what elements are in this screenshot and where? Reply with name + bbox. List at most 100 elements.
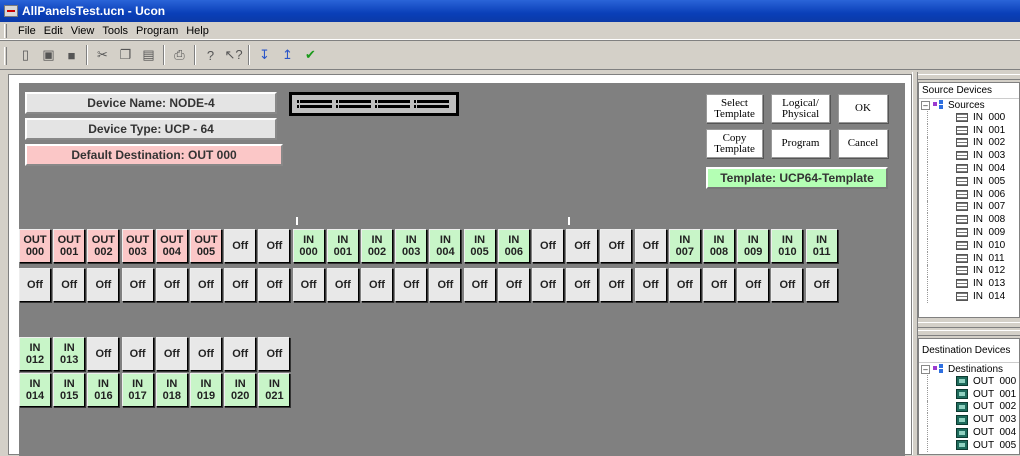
- panel-cell[interactable]: OUT 001: [53, 229, 86, 263]
- panel-cell[interactable]: IN 016: [87, 373, 120, 407]
- panel-cell[interactable]: Off: [258, 229, 291, 263]
- logical-physical-button[interactable]: Logical/ Physical: [771, 94, 830, 123]
- panel-cell[interactable]: Off: [600, 268, 633, 302]
- panel-cell[interactable]: Off: [634, 229, 667, 263]
- checkmark-icon[interactable]: ✔: [299, 44, 322, 66]
- tree-item[interactable]: IN 013: [927, 277, 1019, 291]
- context-help-icon[interactable]: ↖?: [222, 44, 245, 66]
- open-folder-icon[interactable]: ▣: [37, 44, 60, 66]
- panel-cell[interactable]: Off: [532, 229, 564, 263]
- tree-item[interactable]: IN 006: [927, 187, 1019, 201]
- sources-root[interactable]: – Sources: [919, 99, 1019, 111]
- copy-icon[interactable]: ❐: [114, 44, 137, 66]
- paste-icon[interactable]: ▤: [137, 44, 160, 66]
- panel-cell[interactable]: Off: [224, 268, 257, 302]
- panel-cell[interactable]: OUT 004: [155, 229, 188, 263]
- tree-item[interactable]: IN 007: [927, 200, 1019, 214]
- panel-cell[interactable]: Off: [361, 268, 393, 302]
- collapse-icon[interactable]: –: [921, 100, 930, 110]
- panel-cell[interactable]: IN 009: [737, 229, 770, 263]
- cut-icon[interactable]: ✂: [91, 44, 114, 66]
- print-icon[interactable]: ⎙: [168, 44, 191, 66]
- panel-cell[interactable]: Off: [497, 268, 530, 302]
- copy-template-button[interactable]: Copy Template: [706, 129, 763, 158]
- menu-help[interactable]: Help: [182, 25, 213, 37]
- panel-cell[interactable]: Off: [155, 337, 188, 371]
- tree-item[interactable]: IN 011: [927, 251, 1019, 265]
- tree-item[interactable]: IN 002: [927, 136, 1019, 150]
- help-icon[interactable]: ?: [199, 44, 222, 66]
- ok-button[interactable]: OK: [838, 94, 888, 123]
- panel-cell[interactable]: Off: [87, 337, 120, 371]
- panel-cell[interactable]: Off: [258, 268, 291, 302]
- menu-tools[interactable]: Tools: [98, 25, 132, 37]
- destinations-root[interactable]: – Destinations: [919, 363, 1019, 375]
- panel-cell[interactable]: Off: [566, 229, 599, 263]
- download-icon[interactable]: ↧: [253, 44, 276, 66]
- panel-cell[interactable]: OUT 002: [87, 229, 120, 263]
- tree-item[interactable]: IN 000: [927, 111, 1019, 124]
- panel-cell[interactable]: IN 007: [668, 229, 701, 263]
- save-icon[interactable]: ■: [60, 44, 83, 66]
- tree-item[interactable]: IN 005: [927, 174, 1019, 188]
- panel-cell[interactable]: OUT 000: [19, 229, 51, 263]
- panel-cell[interactable]: IN 020: [224, 373, 257, 407]
- panel-cell[interactable]: IN 004: [429, 229, 462, 263]
- menu-program[interactable]: Program: [132, 25, 182, 37]
- panel-cell[interactable]: Off: [258, 337, 291, 371]
- panel-cell[interactable]: Off: [703, 268, 735, 302]
- panel-cell[interactable]: Off: [224, 337, 257, 371]
- panel-cell[interactable]: IN 018: [155, 373, 188, 407]
- tree-item[interactable]: OUT 005: [927, 438, 1019, 452]
- panel-cell[interactable]: Off: [771, 268, 804, 302]
- cancel-button[interactable]: Cancel: [838, 129, 888, 158]
- menu-file[interactable]: File: [14, 25, 40, 37]
- panel-cell[interactable]: IN 011: [805, 229, 838, 263]
- panel-cell[interactable]: Off: [805, 268, 838, 302]
- tree-item[interactable]: IN 012: [927, 264, 1019, 278]
- tree-item[interactable]: IN 009: [927, 226, 1019, 239]
- panel-cell[interactable]: Off: [87, 268, 120, 302]
- tree-item[interactable]: OUT 000: [927, 375, 1019, 388]
- panel-cell[interactable]: IN 005: [463, 229, 496, 263]
- panel-cell[interactable]: IN 017: [121, 373, 154, 407]
- panel-cell[interactable]: IN 008: [703, 229, 735, 263]
- panel-cell[interactable]: IN 002: [361, 229, 393, 263]
- tree-item[interactable]: OUT 004: [927, 426, 1019, 439]
- panel-cell[interactable]: IN 003: [395, 229, 428, 263]
- tree-item[interactable]: IN 001: [927, 123, 1019, 137]
- panel-cell[interactable]: IN 001: [326, 229, 359, 263]
- panel-cell[interactable]: Off: [429, 268, 462, 302]
- tree-item[interactable]: IN 003: [927, 149, 1019, 163]
- panel-cell[interactable]: Off: [121, 337, 154, 371]
- panel-cell[interactable]: Off: [190, 337, 222, 371]
- panel-cell[interactable]: OUT 003: [121, 229, 154, 263]
- tree-item[interactable]: OUT 001: [927, 387, 1019, 401]
- panel-cell[interactable]: IN 014: [19, 373, 51, 407]
- tree-item[interactable]: OUT 002: [927, 400, 1019, 414]
- panel-cell[interactable]: Off: [532, 268, 564, 302]
- menu-view[interactable]: View: [67, 25, 99, 37]
- panel-cell[interactable]: OUT 005: [190, 229, 222, 263]
- collapse-icon[interactable]: –: [921, 364, 930, 374]
- panel-cell[interactable]: Off: [737, 268, 770, 302]
- panel-cell[interactable]: IN 013: [53, 337, 86, 371]
- panel-cell[interactable]: Off: [395, 268, 428, 302]
- select-template-button[interactable]: Select Template: [706, 94, 763, 123]
- panel-cell[interactable]: Off: [155, 268, 188, 302]
- panel-cell[interactable]: IN 006: [497, 229, 530, 263]
- panel-cell[interactable]: Off: [224, 229, 257, 263]
- panel-cell[interactable]: IN 012: [19, 337, 51, 371]
- panel-cell[interactable]: Off: [634, 268, 667, 302]
- panel-cell[interactable]: Off: [326, 268, 359, 302]
- panel-cell[interactable]: Off: [668, 268, 701, 302]
- panel-cell[interactable]: Off: [600, 229, 633, 263]
- panel-cell[interactable]: Off: [190, 268, 222, 302]
- tree-item[interactable]: OUT 003: [927, 413, 1019, 427]
- tree-item[interactable]: IN 004: [927, 162, 1019, 175]
- upload-icon[interactable]: ↥: [276, 44, 299, 66]
- panel-cell[interactable]: Off: [53, 268, 86, 302]
- panel-cell[interactable]: IN 000: [292, 229, 325, 263]
- panel-cell[interactable]: Off: [121, 268, 154, 302]
- tree-item[interactable]: IN 008: [927, 213, 1019, 227]
